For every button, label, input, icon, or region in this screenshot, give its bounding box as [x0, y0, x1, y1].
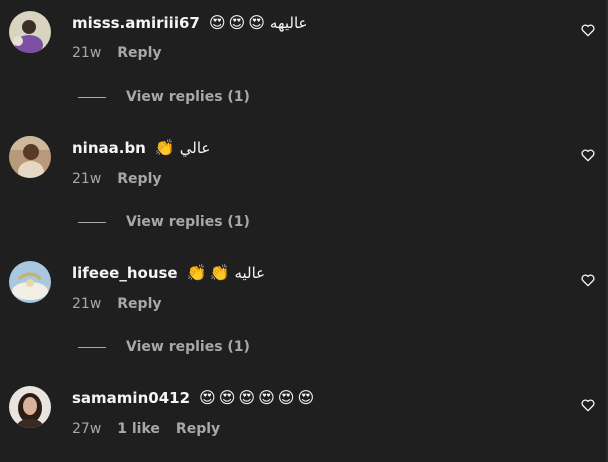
comment-header: samamin0412 😍 😍 😍 😍 😍 😍	[72, 387, 317, 409]
view-replies-button[interactable]: View replies (1)	[78, 338, 250, 356]
comment-text: 👏 عالي	[155, 139, 213, 157]
reply-button[interactable]: Reply	[117, 45, 161, 61]
view-replies-button[interactable]: View replies (1)	[78, 213, 250, 231]
comment-header: ninaa.bn 👏 عالي	[72, 137, 212, 159]
comment-meta: 21w Reply	[72, 44, 178, 62]
heart-eyes-emoji: 😍	[297, 388, 315, 407]
comment-body: عاليه	[234, 264, 266, 282]
avatar-image	[9, 11, 51, 53]
timestamp[interactable]: 21w	[72, 45, 101, 61]
comment-meta: 21w Reply	[72, 170, 178, 188]
avatar[interactable]	[9, 136, 51, 178]
reply-button[interactable]: Reply	[117, 296, 161, 312]
clapping-hands-emoji: 👏	[154, 138, 175, 157]
comment-header: lifeee_house 👏 👏 عاليه	[72, 262, 267, 284]
divider-line	[78, 346, 106, 348]
username[interactable]: lifeee_house	[72, 264, 178, 282]
heart-outline-icon[interactable]	[580, 147, 596, 163]
comment-meta: 21w Reply	[72, 295, 178, 313]
clapping-hands-emoji: 👏	[186, 263, 207, 282]
timestamp[interactable]: 21w	[72, 296, 101, 312]
comment-text: 😍 😍 😍 😍 😍 😍	[199, 390, 317, 406]
reply-button[interactable]: Reply	[176, 421, 220, 437]
username[interactable]: ninaa.bn	[72, 139, 146, 157]
heart-outline-icon[interactable]	[580, 272, 596, 288]
username[interactable]: misss.amiriii67	[72, 14, 200, 32]
heart-eyes-emoji: 😍	[228, 13, 246, 32]
likes-count[interactable]: 1 like	[117, 421, 160, 437]
heart-eyes-emoji: 😍	[218, 388, 236, 407]
heart-eyes-emoji: 😍	[258, 388, 275, 407]
heart-eyes-emoji: 😍	[248, 13, 265, 32]
avatar[interactable]	[9, 386, 51, 428]
avatar-image	[9, 136, 51, 178]
timestamp[interactable]: 27w	[72, 421, 101, 437]
view-replies-label: View replies (1)	[126, 339, 250, 355]
comment-text: 👏 👏 عاليه	[187, 264, 268, 282]
view-replies-label: View replies (1)	[126, 214, 250, 230]
comment-text: 😍 😍 😍 عاليهه	[209, 14, 310, 32]
avatar-image	[9, 386, 51, 428]
comment-header: misss.amiriii67 😍 😍 😍 عاليهه	[72, 12, 310, 34]
view-replies-button[interactable]: View replies (1)	[78, 88, 250, 106]
heart-eyes-emoji: 😍	[277, 388, 295, 407]
username[interactable]: samamin0412	[72, 389, 190, 407]
heart-outline-icon[interactable]	[580, 397, 596, 413]
heart-eyes-emoji: 😍	[208, 13, 226, 32]
avatar-image	[9, 261, 51, 303]
view-replies-label: View replies (1)	[126, 89, 250, 105]
heart-eyes-emoji: 😍	[199, 388, 216, 407]
divider-line	[78, 96, 106, 98]
reply-button[interactable]: Reply	[117, 171, 161, 187]
comment-body: عاليهه	[269, 14, 308, 32]
heart-eyes-emoji: 😍	[238, 388, 256, 407]
divider-line	[78, 221, 106, 223]
heart-outline-icon[interactable]	[580, 22, 596, 38]
avatar[interactable]	[9, 11, 51, 53]
timestamp[interactable]: 21w	[72, 171, 101, 187]
comment-meta: 27w 1 like Reply	[72, 420, 236, 438]
avatar[interactable]	[9, 261, 51, 303]
comment-body: عالي	[179, 139, 211, 157]
clapping-hands-emoji: 👏	[209, 263, 230, 282]
